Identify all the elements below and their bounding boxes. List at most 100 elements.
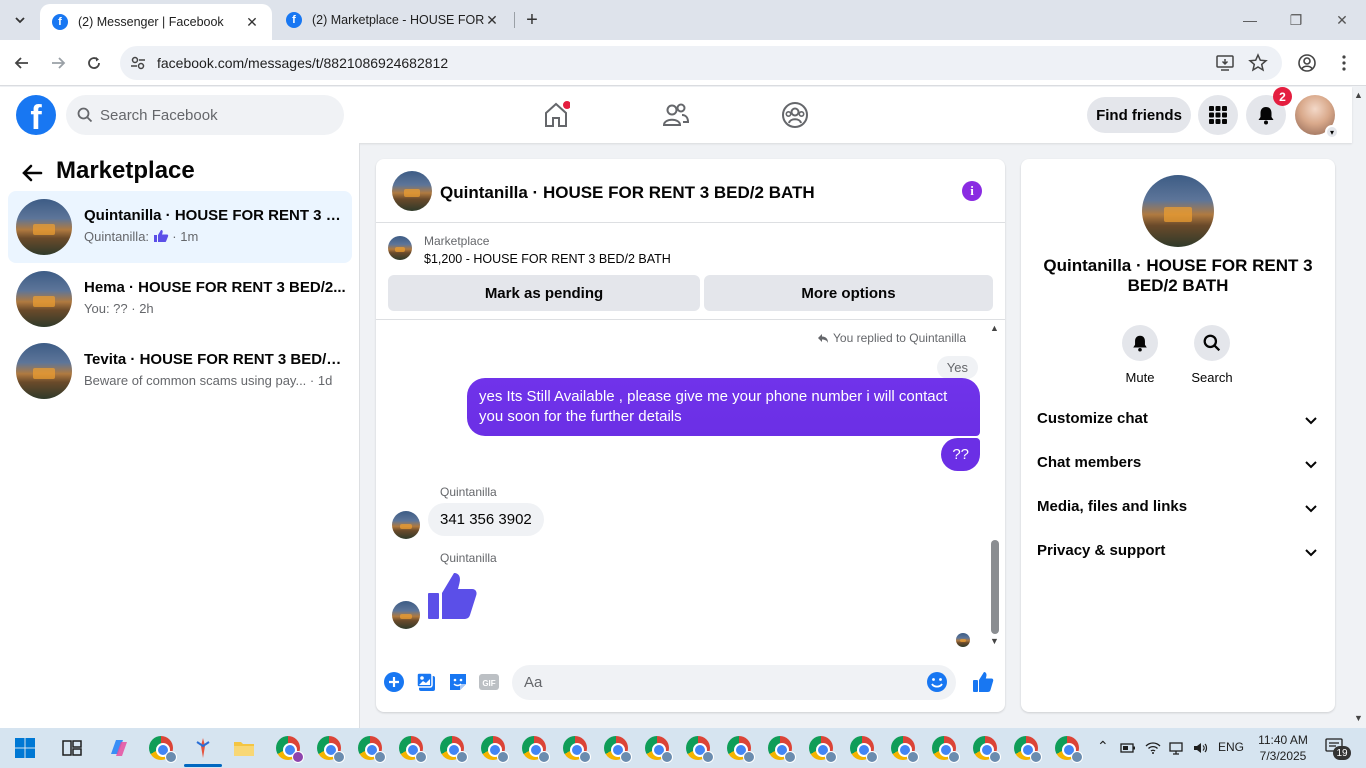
sender-avatar[interactable] (392, 601, 420, 629)
listing-thumbnail[interactable] (1142, 175, 1214, 247)
friends-icon[interactable] (662, 101, 690, 129)
tab-marketplace[interactable]: f (2) Marketplace - HOUSE FOR R ✕ (274, 0, 512, 40)
chrome-taskbar-icon[interactable] (149, 736, 177, 763)
chrome-taskbar-icon[interactable] (481, 736, 509, 763)
site-info-icon[interactable] (128, 53, 148, 73)
account-avatar[interactable]: ▾ (1295, 95, 1339, 139)
install-app-icon[interactable] (1215, 53, 1235, 73)
address-bar[interactable]: facebook.com/messages/t/8821086924682812 (120, 46, 1282, 80)
profile-icon[interactable] (1297, 53, 1317, 73)
privacy-support-section[interactable]: Privacy & support (1021, 530, 1335, 574)
page-scroll-down-icon[interactable]: ▼ (1354, 713, 1363, 723)
conversation-item[interactable]: Quintanilla · HOUSE FOR RENT 3 B... Quin… (8, 191, 352, 263)
close-window-button[interactable]: ✕ (1322, 6, 1362, 34)
facebook-logo-icon[interactable]: f (16, 95, 56, 137)
chrome-taskbar-icon[interactable] (891, 736, 919, 763)
message-input-box[interactable] (512, 665, 956, 700)
back-button[interactable] (8, 49, 36, 77)
url-text[interactable]: facebook.com/messages/t/8821086924682812 (157, 55, 448, 71)
photo-icon[interactable] (415, 671, 437, 693)
gif-icon[interactable]: GIF (478, 671, 500, 693)
chrome-taskbar-icon[interactable] (686, 736, 714, 763)
minimize-button[interactable]: — (1230, 6, 1270, 34)
task-view-icon[interactable] (60, 736, 84, 760)
show-hidden-icons-icon[interactable]: ⌃ (1097, 738, 1109, 755)
chrome-taskbar-icon[interactable] (973, 736, 1001, 763)
more-vertical-icon[interactable] (1334, 53, 1354, 73)
menu-button[interactable] (1198, 95, 1238, 135)
arrow-left-icon (14, 57, 28, 69)
wifi-icon[interactable] (1145, 740, 1161, 756)
sticker-icon[interactable] (447, 671, 469, 693)
home-icon[interactable] (542, 101, 570, 129)
thumbs-up-sticker-icon[interactable] (426, 571, 478, 621)
chrome-taskbar-icon[interactable] (604, 736, 632, 763)
chrome-taskbar-icon[interactable] (727, 736, 755, 763)
message-input[interactable] (524, 665, 924, 700)
mute-button[interactable]: Mute (1110, 325, 1170, 385)
chrome-taskbar-icon[interactable] (399, 736, 427, 763)
chrome-taskbar-icon[interactable] (563, 736, 591, 763)
back-arrow-icon[interactable] (20, 161, 44, 185)
chrome-taskbar-icon[interactable] (768, 736, 796, 763)
conversation-item[interactable]: Hema · HOUSE FOR RENT 3 BED/2... You: ??… (8, 263, 352, 335)
quoted-message[interactable]: Yes (936, 356, 978, 379)
mark-as-pending-button[interactable]: Mark as pending (388, 275, 700, 311)
search-conversation-button[interactable]: Search (1182, 325, 1242, 385)
notifications-button[interactable]: 2 (1246, 87, 1292, 135)
tab-close-icon[interactable]: ✕ (244, 14, 260, 30)
groups-icon[interactable] (781, 101, 809, 129)
chrome-taskbar-icon[interactable] (645, 736, 673, 763)
conversation-item[interactable]: Tevita · HOUSE FOR RENT 3 BED/2... Bewar… (8, 335, 352, 407)
copilot-icon[interactable] (107, 736, 131, 760)
scroll-down-icon[interactable]: ▼ (990, 636, 999, 646)
volume-icon[interactable] (1192, 740, 1208, 756)
find-friends-button[interactable]: Find friends (1087, 97, 1191, 133)
chat-members-section[interactable]: Chat members (1021, 442, 1335, 486)
restore-button[interactable]: ❐ (1276, 6, 1316, 34)
chrome-taskbar-icon[interactable] (1055, 736, 1083, 763)
language-indicator[interactable]: ENG (1218, 740, 1244, 754)
forward-button[interactable] (44, 49, 72, 77)
facebook-search[interactable] (66, 95, 344, 135)
tab-messenger[interactable]: f (2) Messenger | Facebook ✕ (40, 4, 272, 40)
network-icon[interactable] (1168, 740, 1184, 756)
chrome-taskbar-icon[interactable] (276, 736, 304, 763)
outgoing-message[interactable]: yes Its Still Available , please give me… (467, 378, 980, 436)
chrome-taskbar-icon[interactable] (440, 736, 468, 763)
chrome-taskbar-icon[interactable] (932, 736, 960, 763)
page-scroll-up-icon[interactable]: ▲ (1354, 90, 1363, 100)
chat-title[interactable]: Quintanilla · HOUSE FOR RENT 3 BED/2 BAT… (440, 183, 815, 203)
taskbar-clock[interactable]: 11:40 AM 7/3/2025 (1257, 732, 1309, 764)
sender-avatar[interactable] (392, 511, 420, 539)
more-options-button[interactable]: More options (704, 275, 993, 311)
plus-circle-icon[interactable] (383, 671, 405, 693)
info-icon[interactable]: i (962, 181, 982, 201)
tab-close-icon[interactable]: ✕ (484, 12, 500, 28)
windows-start-icon[interactable] (13, 736, 37, 760)
scrollbar-thumb[interactable] (991, 540, 999, 634)
chrome-taskbar-icon[interactable] (317, 736, 345, 763)
chat-thumbnail[interactable] (392, 171, 432, 211)
chrome-taskbar-icon[interactable] (850, 736, 878, 763)
emoji-icon[interactable] (926, 671, 948, 693)
media-files-links-section[interactable]: Media, files and links (1021, 486, 1335, 530)
scroll-up-icon[interactable]: ▲ (990, 323, 999, 333)
battery-icon[interactable] (1120, 740, 1136, 756)
chrome-taskbar-icon[interactable] (1014, 736, 1042, 763)
outgoing-message[interactable]: ?? (941, 438, 980, 471)
pinned-app-icon[interactable] (191, 736, 215, 760)
reload-button[interactable] (80, 49, 108, 77)
chrome-taskbar-icon[interactable] (809, 736, 837, 763)
customize-chat-section[interactable]: Customize chat (1021, 398, 1335, 442)
listing-title[interactable]: $1,200 - HOUSE FOR RENT 3 BED/2 BATH (424, 252, 671, 266)
incoming-message[interactable]: 341 356 3902 (428, 503, 544, 536)
new-tab-button[interactable]: + (520, 8, 544, 32)
bookmark-star-icon[interactable] (1248, 53, 1268, 73)
search-input[interactable] (100, 95, 340, 135)
tab-search-button[interactable] (8, 8, 32, 32)
like-send-icon[interactable] (972, 671, 994, 693)
chrome-taskbar-icon[interactable] (358, 736, 386, 763)
file-explorer-icon[interactable] (232, 736, 256, 760)
chrome-taskbar-icon[interactable] (522, 736, 550, 763)
